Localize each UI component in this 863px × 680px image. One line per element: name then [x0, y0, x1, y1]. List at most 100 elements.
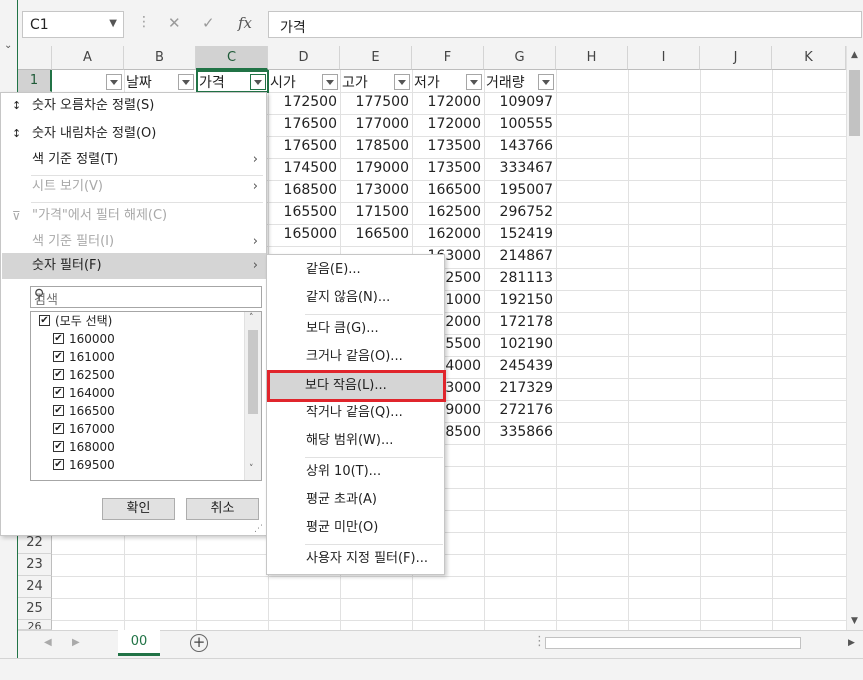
table-cell[interactable]: 165000	[268, 226, 340, 242]
submenu-below-average[interactable]: 평균 미만(O)	[268, 515, 444, 541]
table-cell[interactable]: 173500	[412, 138, 484, 154]
vertical-scroll-thumb[interactable]	[849, 70, 860, 136]
col-header-e[interactable]: E	[340, 46, 412, 70]
header-low[interactable]: 저가	[414, 72, 440, 92]
checkbox[interactable]: ✔	[53, 405, 64, 416]
filter-button-e[interactable]	[394, 74, 410, 90]
menu-number-filters[interactable]: 숫자 필터(F) ›	[2, 253, 266, 279]
filter-button-a[interactable]	[106, 74, 122, 90]
checkbox[interactable]: ✔	[53, 441, 64, 452]
table-cell[interactable]: 272176	[484, 402, 556, 418]
col-header-g[interactable]: G	[484, 46, 556, 70]
list-scroll-thumb[interactable]	[248, 330, 258, 414]
insert-function-icon[interactable]: fx	[238, 14, 252, 32]
scroll-down-icon[interactable]: ▼	[851, 616, 858, 626]
table-cell[interactable]: 281113	[484, 270, 556, 286]
col-header-k[interactable]: K	[772, 46, 846, 70]
table-cell[interactable]: 178500	[340, 138, 412, 154]
checkbox[interactable]: ✔	[53, 423, 64, 434]
col-header-j[interactable]: J	[700, 46, 772, 70]
scroll-right-icon[interactable]: ▶	[848, 638, 855, 648]
checkbox[interactable]: ✔	[53, 351, 64, 362]
next-sheet-icon[interactable]: ▶	[72, 637, 80, 648]
table-cell[interactable]: 172178	[484, 314, 556, 330]
checkbox[interactable]: ✔	[53, 459, 64, 470]
submenu-less-or-equal[interactable]: 작거나 같음(Q)...	[268, 400, 444, 426]
table-cell[interactable]: 172000	[412, 116, 484, 132]
table-cell[interactable]: 166500	[340, 226, 412, 242]
submenu-top-10[interactable]: 상위 10(T)...	[268, 459, 444, 485]
sheet-tab-00[interactable]: 00	[118, 630, 160, 656]
submenu-greater-than[interactable]: 보다 큼(G)...	[268, 316, 444, 342]
filter-values-list[interactable]: ✔ (모두 선택) ✔ 160000 ✔ 161000 ✔ 162500 ✔ 164000…	[30, 311, 262, 481]
col-header-a[interactable]: A	[52, 46, 124, 70]
table-cell[interactable]: 172000	[412, 94, 484, 110]
table-cell[interactable]: 172500	[268, 94, 340, 110]
table-cell[interactable]: 162000	[412, 226, 484, 242]
table-cell[interactable]: 173500	[412, 160, 484, 176]
table-cell[interactable]: 177500	[340, 94, 412, 110]
row-header-25[interactable]: 25	[18, 598, 52, 620]
filter-button-f[interactable]	[466, 74, 482, 90]
header-open[interactable]: 시가	[270, 72, 296, 92]
cancel-icon[interactable]: ✕	[168, 14, 181, 32]
row-header-1[interactable]: 1	[18, 70, 52, 92]
table-cell[interactable]: 176500	[268, 138, 340, 154]
table-cell[interactable]: 177000	[340, 116, 412, 132]
table-cell[interactable]: 296752	[484, 204, 556, 220]
row-header-23[interactable]: 23	[18, 554, 52, 576]
checkbox[interactable]: ✔	[39, 315, 50, 326]
formula-input[interactable]: 가격	[268, 11, 862, 38]
menu-sort-ascending[interactable]: ↕ 숫자 오름차순 정렬(S)	[2, 93, 266, 119]
submenu-above-average[interactable]: 평균 초과(A)	[268, 487, 444, 513]
checkbox[interactable]: ✔	[53, 387, 64, 398]
table-cell[interactable]: 171500	[340, 204, 412, 220]
submenu-less-than[interactable]: 보다 작음(L)...	[267, 370, 446, 402]
scroll-up-icon[interactable]: ▲	[851, 50, 858, 60]
table-cell[interactable]: 152419	[484, 226, 556, 242]
col-header-d[interactable]: D	[268, 46, 340, 70]
more-options-icon[interactable]: ⋮	[137, 14, 151, 30]
row-header-26[interactable]: 26	[18, 620, 52, 630]
add-sheet-icon[interactable]: +	[190, 634, 208, 652]
header-volume[interactable]: 거래량	[486, 72, 525, 92]
chevron-up-icon[interactable]: ˄	[249, 313, 254, 323]
table-cell[interactable]: 192150	[484, 292, 556, 308]
table-cell[interactable]: 102190	[484, 336, 556, 352]
table-cell[interactable]: 166500	[412, 182, 484, 198]
enter-icon[interactable]: ✓	[202, 14, 215, 32]
name-box[interactable]: C1 ▼	[22, 11, 124, 38]
horizontal-scroll-thumb[interactable]	[545, 637, 801, 649]
chevron-down-icon[interactable]: ˅	[249, 464, 254, 474]
row-header-24[interactable]: 24	[18, 576, 52, 598]
checkbox[interactable]: ✔	[53, 369, 64, 380]
ok-button[interactable]: 확인	[102, 498, 175, 520]
submenu-custom-filter[interactable]: 사용자 지정 필터(F)...	[268, 546, 444, 572]
table-cell[interactable]: 333467	[484, 160, 556, 176]
prev-sheet-icon[interactable]: ◀	[44, 637, 52, 648]
filter-button-d[interactable]	[322, 74, 338, 90]
col-header-h[interactable]: H	[556, 46, 628, 70]
table-cell[interactable]: 168500	[268, 182, 340, 198]
chevron-down-icon[interactable]: ⌄	[4, 40, 12, 51]
col-header-b[interactable]: B	[124, 46, 196, 70]
menu-sort-by-color[interactable]: 색 기준 정렬(T) ›	[2, 147, 266, 173]
col-header-f[interactable]: F	[412, 46, 484, 70]
submenu-greater-or-equal[interactable]: 크거나 같음(O)...	[268, 344, 444, 370]
header-date[interactable]: 날짜	[126, 72, 152, 92]
submenu-equals[interactable]: 같음(E)...	[268, 257, 444, 283]
cancel-button[interactable]: 취소	[186, 498, 259, 520]
menu-sort-descending[interactable]: ↕ 숫자 내림차순 정렬(O)	[2, 121, 266, 147]
table-cell[interactable]: 217329	[484, 380, 556, 396]
table-cell[interactable]: 179000	[340, 160, 412, 176]
table-cell[interactable]: 174500	[268, 160, 340, 176]
chevron-down-icon[interactable]: ▼	[109, 18, 117, 29]
filter-button-g[interactable]	[538, 74, 554, 90]
table-cell[interactable]: 176500	[268, 116, 340, 132]
table-cell[interactable]: 143766	[484, 138, 556, 154]
table-cell[interactable]: 245439	[484, 358, 556, 374]
checkbox[interactable]: ✔	[53, 333, 64, 344]
table-cell[interactable]: 173000	[340, 182, 412, 198]
filter-search-input[interactable]: 검색 ⚲	[30, 286, 262, 308]
submenu-between[interactable]: 해당 범위(W)...	[268, 428, 444, 454]
